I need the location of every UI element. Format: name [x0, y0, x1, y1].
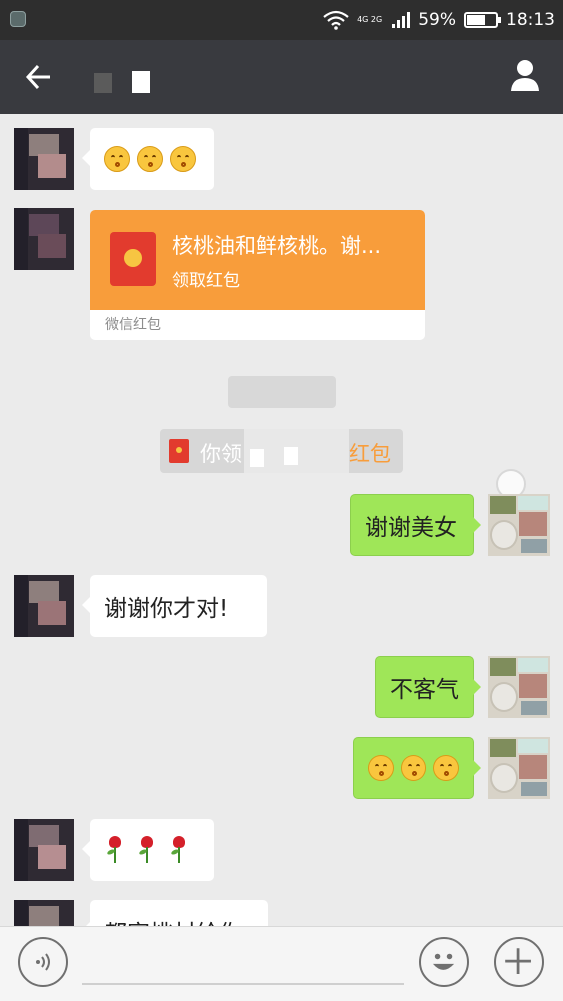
my-avatar[interactable]: [488, 656, 550, 718]
plus-icon[interactable]: [494, 937, 544, 987]
red-packet-body: 核桃油和鲜核桃。谢... 领取红包: [90, 210, 425, 310]
message-bubble[interactable]: 都家挑材给你: [82, 900, 268, 926]
battery-percent: 59%: [418, 10, 456, 30]
system-notice-link[interactable]: 红包: [349, 438, 391, 468]
wifi-icon: [323, 10, 349, 30]
message-bubble[interactable]: [82, 819, 214, 881]
person-icon[interactable]: [510, 58, 540, 92]
system-notice[interactable]: 你领 红包: [160, 429, 403, 473]
battery-icon: [464, 12, 501, 28]
signal-icon: [392, 12, 411, 28]
kiss-emoji-icon: [433, 755, 460, 781]
message-bubble[interactable]: 谢谢你才对!: [82, 575, 267, 637]
chat-header: [0, 40, 563, 114]
message-bubble[interactable]: 不客气: [375, 656, 481, 718]
voice-icon[interactable]: [18, 937, 68, 987]
my-avatar[interactable]: [488, 737, 550, 799]
contact-avatar[interactable]: [14, 128, 74, 190]
my-avatar[interactable]: [488, 494, 550, 556]
kiss-emoji-icon: [368, 755, 394, 781]
system-notice-lead: 你领: [200, 442, 242, 466]
smiley-icon[interactable]: [419, 937, 469, 987]
red-envelope-icon: [169, 439, 189, 463]
redaction-mask: [244, 429, 349, 473]
message-list[interactable]: 核桃油和鲜核桃。谢... 领取红包 微信红包 你领 红包 谢谢美女 谢谢你才对!…: [0, 114, 563, 926]
clock: 18:13: [506, 10, 555, 30]
network-type: 4G 2G: [357, 15, 383, 24]
system-message-redaction: [228, 376, 336, 408]
kiss-emoji-icon: [137, 146, 163, 172]
rose-emoji-icon: [104, 835, 126, 865]
kiss-emoji-icon: [400, 755, 427, 781]
message-bubble[interactable]: [82, 128, 214, 190]
message-bubble[interactable]: [353, 737, 481, 799]
contact-avatar[interactable]: [14, 575, 74, 637]
kiss-emoji-icon: [104, 146, 130, 172]
rose-emoji-icon: [168, 835, 190, 865]
red-packet-message[interactable]: 核桃油和鲜核桃。谢... 领取红包 微信红包: [90, 210, 425, 340]
red-packet-action: 领取红包: [172, 271, 240, 291]
notification-icon: [10, 11, 26, 27]
rose-emoji-icon: [136, 835, 158, 865]
message-input[interactable]: [82, 941, 404, 985]
contact-avatar[interactable]: [14, 900, 74, 926]
red-packet-title: 核桃油和鲜核桃。谢...: [172, 234, 382, 258]
status-bar: 4G 2G 59% 18:13: [0, 0, 563, 40]
status-indicators: 4G 2G 59% 18:13: [323, 0, 555, 40]
contact-avatar[interactable]: [14, 819, 74, 881]
input-bar: [0, 926, 563, 1001]
message-bubble[interactable]: 谢谢美女: [350, 494, 481, 556]
red-envelope-icon: [110, 232, 156, 286]
red-packet-footer: 微信红包: [105, 317, 161, 333]
back-arrow-icon[interactable]: [22, 60, 56, 94]
kiss-emoji-icon: [170, 146, 196, 172]
contact-avatar[interactable]: [14, 208, 74, 270]
